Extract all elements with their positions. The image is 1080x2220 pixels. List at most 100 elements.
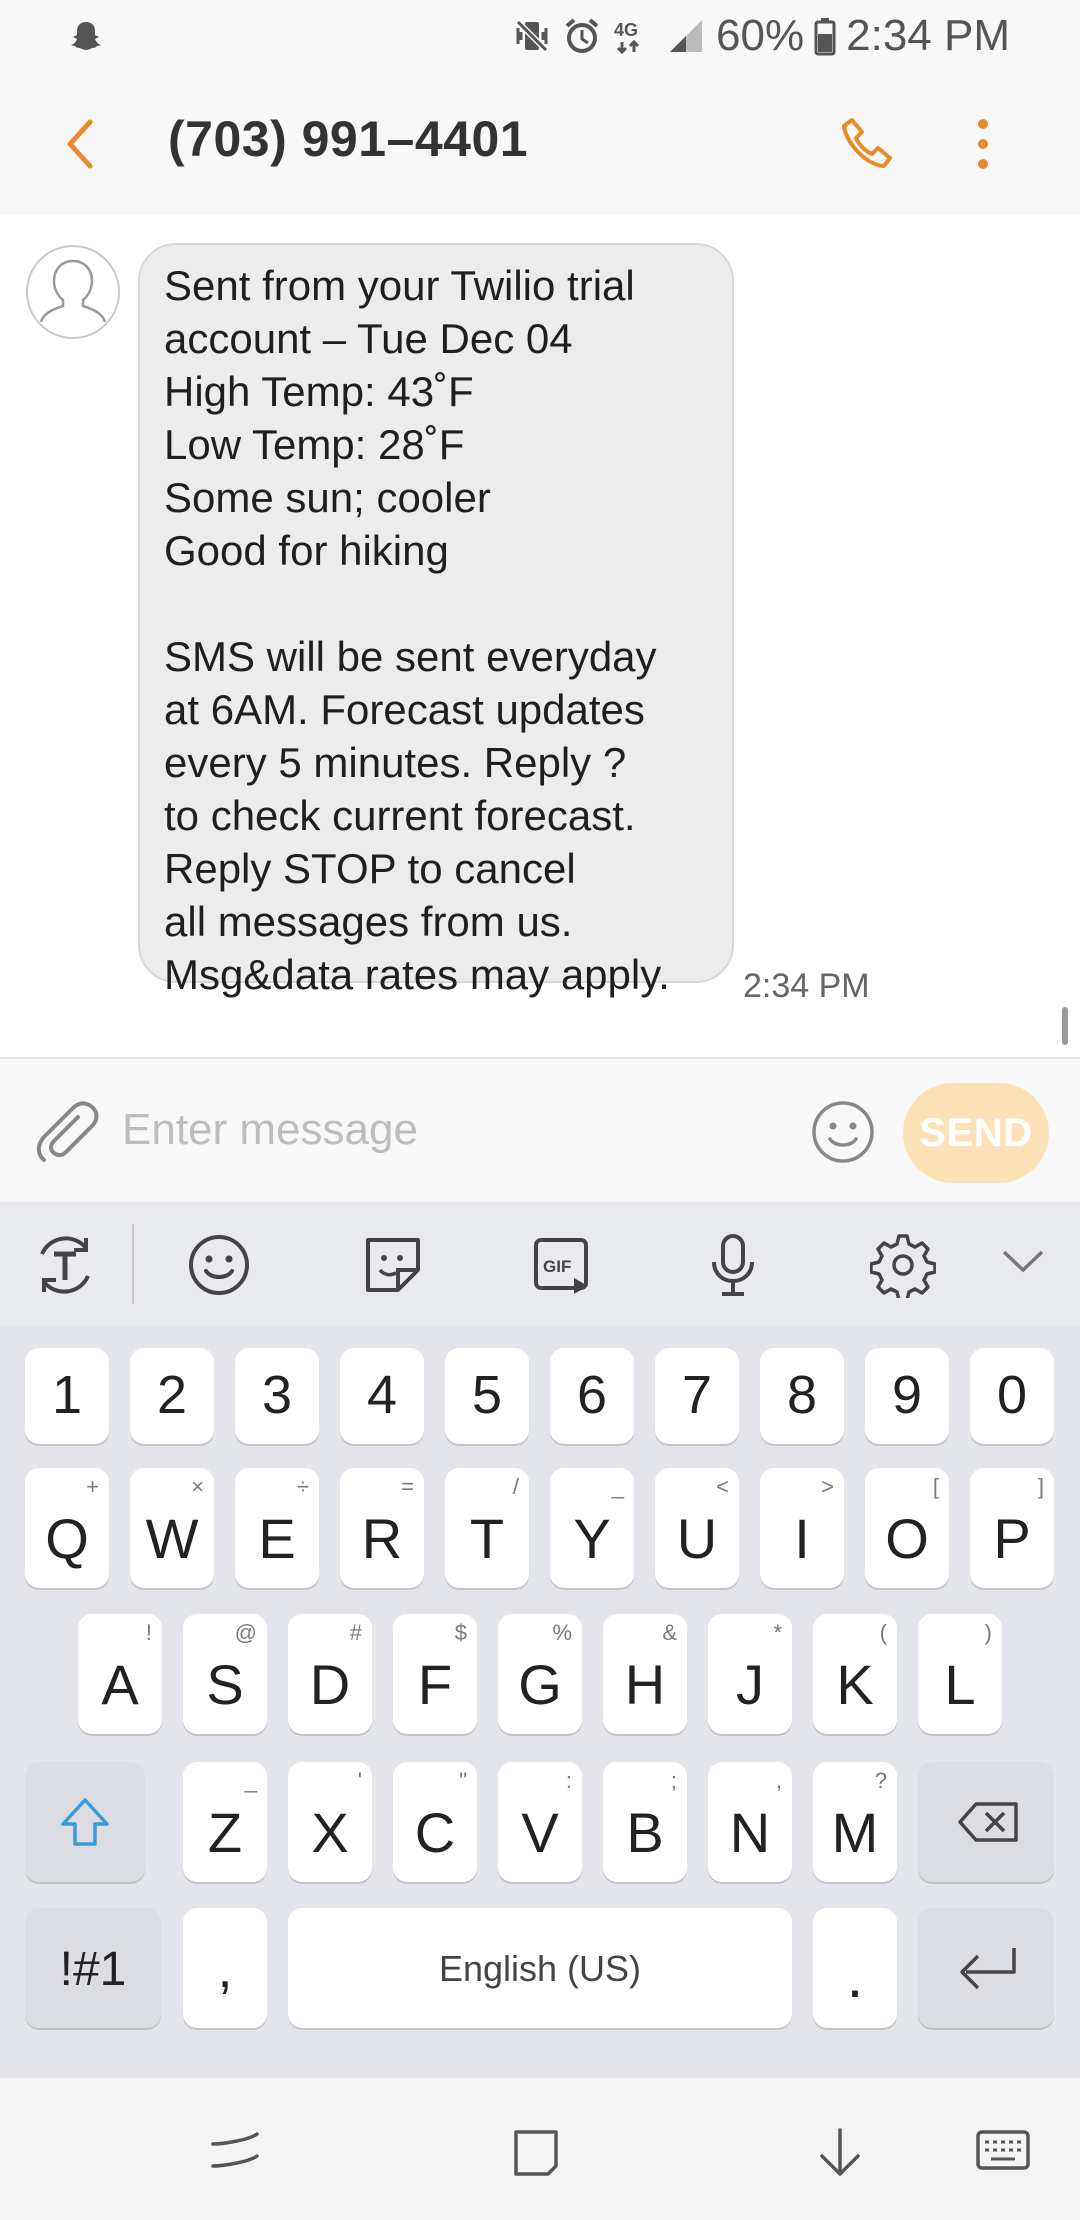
- keyboard-settings-button[interactable]: [870, 1232, 936, 1298]
- key-n[interactable]: ,N: [708, 1762, 792, 1882]
- hide-keyboard-button[interactable]: [812, 2126, 868, 2182]
- key-0[interactable]: 0: [970, 1348, 1054, 1444]
- backspace-key[interactable]: [918, 1762, 1054, 1882]
- scrollbar-thumb[interactable]: [1062, 1007, 1068, 1045]
- gif-button[interactable]: GIF: [530, 1232, 596, 1298]
- key-h[interactable]: & H: [603, 1614, 687, 1734]
- message-timestamp: 2:34 PM: [743, 967, 870, 1005]
- message-text-line: at 6AM. Forecast updates: [164, 686, 645, 733]
- keyboard-icon: [976, 2130, 1030, 2170]
- voice-input-button[interactable]: [700, 1232, 766, 1298]
- gear-icon: [870, 1234, 936, 1298]
- collapse-keyboard-button[interactable]: [1000, 1242, 1046, 1282]
- key-o[interactable]: [O: [865, 1468, 949, 1588]
- key-y[interactable]: _ Y: [550, 1468, 634, 1588]
- message-text-line: account – Tue Dec 04: [164, 315, 573, 362]
- attach-button[interactable]: [32, 1097, 102, 1167]
- gif-icon: GIF: [534, 1238, 588, 1294]
- key-1[interactable]: 1: [25, 1348, 109, 1444]
- smiley-icon: [189, 1235, 249, 1295]
- shift-arrow-icon: [61, 1798, 109, 1846]
- sticker-icon: [366, 1238, 420, 1292]
- key-r[interactable]: = R: [340, 1468, 424, 1588]
- keyboard-emoji-button[interactable]: [186, 1232, 252, 1298]
- key-k[interactable]: (K: [813, 1614, 897, 1734]
- key-s[interactable]: @ S: [183, 1614, 267, 1734]
- key-p[interactable]: ] P: [970, 1468, 1054, 1588]
- chevron-left-icon: [67, 119, 93, 169]
- symbols-key[interactable]: !#1: [25, 1908, 161, 2028]
- key-a[interactable]: ! A: [78, 1614, 162, 1734]
- contact-avatar[interactable]: [26, 245, 120, 339]
- recent-apps-icon: [211, 2132, 259, 2168]
- emoji-button[interactable]: [808, 1097, 878, 1167]
- message-text-line: all messages from us.: [164, 898, 573, 945]
- vibrate-mute-icon: [512, 16, 552, 56]
- message-list[interactable]: Sent from your Twilio trial account – Tu…: [0, 215, 1080, 1057]
- key-w[interactable]: × W: [130, 1468, 214, 1588]
- more-options-button[interactable]: [968, 114, 998, 174]
- key-3[interactable]: 3: [235, 1348, 319, 1444]
- key-5[interactable]: 5: [445, 1348, 529, 1444]
- key-z[interactable]: _ Z: [183, 1762, 267, 1882]
- key-l[interactable]: ) L: [918, 1614, 1002, 1734]
- message-input[interactable]: [120, 1089, 774, 1171]
- period-key[interactable]: .: [813, 1908, 897, 2028]
- message-text-line: [164, 577, 710, 630]
- phone-icon: [842, 118, 892, 168]
- key-d[interactable]: # D: [288, 1614, 372, 1734]
- sticker-button[interactable]: [360, 1232, 426, 1298]
- key-c[interactable]: " C: [393, 1762, 477, 1882]
- smiley-icon: [812, 1101, 874, 1163]
- space-bar[interactable]: English (US): [288, 1908, 792, 2028]
- back-button[interactable]: [58, 114, 108, 174]
- text-prediction-button[interactable]: [30, 1232, 100, 1298]
- message-text-line: Good for hiking: [164, 527, 449, 574]
- send-button[interactable]: SEND: [903, 1083, 1049, 1183]
- key-2[interactable]: 2: [130, 1348, 214, 1444]
- key-v[interactable]: :V: [498, 1762, 582, 1882]
- key-7[interactable]: 7: [655, 1348, 739, 1444]
- network-4g-icon: 4G: [612, 16, 656, 56]
- microphone-icon: [712, 1234, 754, 1296]
- key-u[interactable]: < U: [655, 1468, 739, 1588]
- signal-icon: [666, 16, 706, 56]
- key-t[interactable]: / T: [445, 1468, 529, 1588]
- backspace-icon: [958, 1802, 1018, 1842]
- key-9[interactable]: 9: [865, 1348, 949, 1444]
- key-8[interactable]: 8: [760, 1348, 844, 1444]
- text-prediction-icon: [40, 1236, 90, 1294]
- shift-key[interactable]: [25, 1762, 145, 1882]
- on-screen-keyboard: 1 2 3 4 5 6 7 8 9 0 + Q × W ÷ E = R / T _ Y < U…: [0, 1326, 1080, 2078]
- key-q[interactable]: + Q: [25, 1468, 109, 1588]
- message-text-line: Reply STOP to cancel: [164, 845, 576, 892]
- message-text-line: Sent from your Twilio trial: [164, 262, 635, 309]
- key-e[interactable]: ÷ E: [235, 1468, 319, 1588]
- key-i[interactable]: > I: [760, 1468, 844, 1588]
- battery-percent: 60%: [716, 11, 805, 60]
- comma-key[interactable]: ,: [183, 1908, 267, 2028]
- key-g[interactable]: % G: [498, 1614, 582, 1734]
- key-m[interactable]: ? M: [813, 1762, 897, 1882]
- key-4[interactable]: 4: [340, 1348, 424, 1444]
- call-button[interactable]: [838, 114, 898, 174]
- snapchat-notification-icon: [68, 18, 104, 54]
- key-b[interactable]: ; B: [603, 1762, 687, 1882]
- message-composer: SEND: [0, 1057, 1080, 1204]
- key-f[interactable]: $ F: [393, 1614, 477, 1734]
- recent-apps-button[interactable]: [205, 2126, 265, 2176]
- status-time: 2:34 PM: [846, 11, 1010, 60]
- home-button[interactable]: [508, 2126, 564, 2182]
- message-text-line: High Temp: 43˚F: [164, 368, 474, 415]
- switch-keyboard-button[interactable]: [975, 2126, 1031, 2176]
- contact-phone-number: (703) 991–4401: [168, 111, 529, 167]
- message-text-line: Msg&data rates may apply.: [164, 951, 670, 998]
- enter-key[interactable]: [918, 1908, 1054, 2028]
- key-j[interactable]: * J: [708, 1614, 792, 1734]
- message-bubble[interactable]: Sent from your Twilio trial account – Tu…: [138, 243, 734, 998]
- key-6[interactable]: 6: [550, 1348, 634, 1444]
- message-text-line: SMS will be sent everyday: [164, 633, 657, 680]
- system-navigation-bar: [0, 2078, 1080, 2220]
- key-x[interactable]: ' X: [288, 1762, 372, 1882]
- keyboard-toolbar: GIF: [0, 1202, 1080, 1328]
